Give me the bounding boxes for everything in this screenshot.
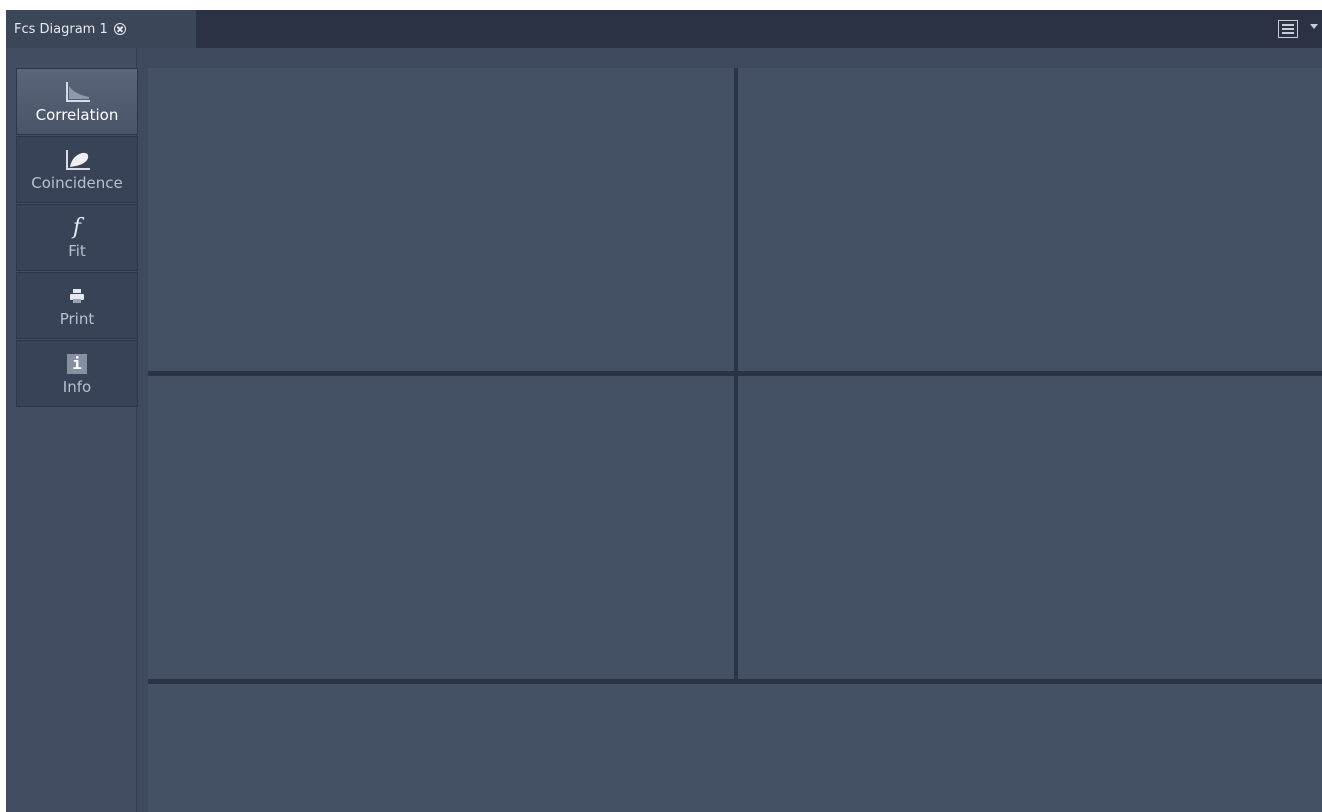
chevron-down-icon[interactable] bbox=[1310, 24, 1318, 29]
coincidence-label: Coincidence bbox=[31, 173, 123, 192]
horizontal-splitter-bottom[interactable] bbox=[148, 679, 1322, 684]
correlation-label: Correlation bbox=[35, 105, 119, 124]
diagram-pane-middle-left[interactable] bbox=[148, 376, 734, 679]
print-button[interactable]: Print bbox=[16, 272, 138, 339]
tab-bar: Fcs Diagram 1 bbox=[6, 10, 1322, 48]
vertical-splitter[interactable] bbox=[734, 68, 738, 684]
layout-list-icon[interactable] bbox=[1278, 20, 1298, 38]
info-button[interactable]: i Info bbox=[16, 340, 138, 407]
printer-icon bbox=[69, 284, 85, 308]
info-label: Info bbox=[62, 377, 92, 396]
function-icon: f bbox=[72, 215, 82, 240]
horizontal-splitter-top[interactable] bbox=[148, 371, 1322, 376]
function-glyph: f bbox=[72, 215, 82, 240]
fit-button[interactable]: f Fit bbox=[16, 204, 138, 271]
diagram-pane-bottom[interactable] bbox=[148, 684, 1322, 812]
print-label: Print bbox=[59, 309, 95, 328]
view-selector-sidebar: Correlation Coincidence f Fit Print i In… bbox=[16, 68, 138, 408]
coincidence-button[interactable]: Coincidence bbox=[16, 136, 138, 203]
fit-label: Fit bbox=[68, 241, 86, 260]
fcs-diagram-window: Fcs Diagram 1 Correlation Coincidence f … bbox=[0, 0, 1322, 812]
info-icon: i bbox=[67, 352, 87, 376]
diagram-pane-top-left[interactable] bbox=[148, 68, 734, 371]
tab-label: Fcs Diagram 1 bbox=[14, 21, 108, 37]
tab-fcs-diagram-1[interactable]: Fcs Diagram 1 bbox=[6, 10, 196, 48]
correlation-chart-icon bbox=[62, 80, 92, 104]
coincidence-chart-icon bbox=[62, 148, 92, 172]
info-glyph: i bbox=[67, 353, 87, 374]
diagram-pane-top-right[interactable] bbox=[738, 68, 1322, 371]
close-circle-icon[interactable] bbox=[113, 23, 126, 35]
diagram-pane-area bbox=[148, 68, 1322, 812]
diagram-main-area: Correlation Coincidence f Fit Print i In… bbox=[6, 48, 1322, 812]
correlation-button[interactable]: Correlation bbox=[16, 68, 138, 135]
layout-list-lines bbox=[1282, 24, 1294, 34]
diagram-pane-middle-right[interactable] bbox=[738, 376, 1322, 679]
